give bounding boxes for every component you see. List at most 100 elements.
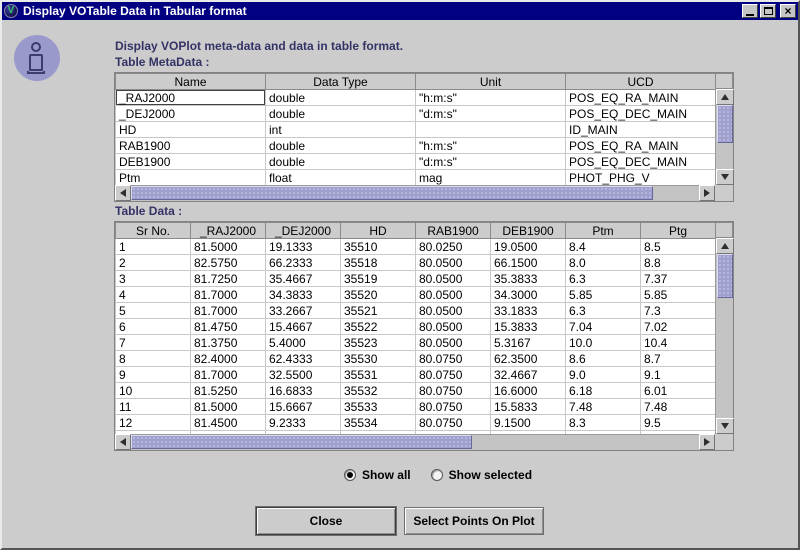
table-cell[interactable]: 35530	[341, 351, 416, 367]
table-row[interactable]: 882.400062.43333553080.075062.35008.68.7	[116, 351, 716, 367]
scroll-down-button[interactable]	[716, 418, 734, 434]
table-cell[interactable]: 35.3833	[491, 271, 566, 287]
table-cell[interactable]: ID_MAIN	[566, 122, 716, 138]
table-cell[interactable]: 19.0500	[491, 239, 566, 255]
table-cell[interactable]: 7.48	[566, 399, 641, 415]
table-cell[interactable]: 32.5500	[266, 367, 341, 383]
table-cell[interactable]: 81.5000	[191, 239, 266, 255]
column-header[interactable]: _RAJ2000	[191, 223, 266, 239]
table-cell[interactable]: 5.85	[641, 287, 716, 303]
table-cell[interactable]: PHOT_PHG_V	[566, 170, 716, 186]
table-row[interactable]: DEB1900double"d:m:s"POS_EQ_DEC_MAIN	[116, 154, 716, 170]
table-row[interactable]: 981.700032.55003553180.075032.46679.09.1	[116, 367, 716, 383]
table-cell[interactable]: 81.7000	[191, 367, 266, 383]
table-cell[interactable]: 81.5250	[191, 383, 266, 399]
table-cell[interactable]: POS_EQ_DEC_MAIN	[566, 154, 716, 170]
vertical-scroll-thumb[interactable]	[717, 254, 733, 298]
table-cell[interactable]: 34.3000	[491, 287, 566, 303]
table-cell[interactable]: Ptm	[116, 170, 266, 186]
table-cell[interactable]: 15.6667	[266, 399, 341, 415]
table-cell[interactable]: POS_EQ_DEC_MAIN	[566, 106, 716, 122]
maximize-button[interactable]	[760, 4, 776, 18]
table-cell[interactable]: 81.7250	[191, 271, 266, 287]
table-cell[interactable]: 15.5833	[491, 399, 566, 415]
scroll-left-button[interactable]	[115, 434, 131, 450]
column-header[interactable]: Ptg	[641, 223, 716, 239]
table-cell[interactable]: 81.3750	[191, 335, 266, 351]
table-cell[interactable]: 32.4667	[491, 367, 566, 383]
table-cell[interactable]: 16.6833	[266, 383, 341, 399]
show-all-label[interactable]: Show all	[362, 468, 411, 482]
close-window-button[interactable]: ×	[780, 4, 796, 18]
table-cell[interactable]: double	[266, 138, 416, 154]
data-vertical-scrollbar[interactable]	[715, 238, 733, 434]
table-cell[interactable]: int	[266, 122, 416, 138]
table-cell[interactable]: 81.7000	[191, 303, 266, 319]
table-cell[interactable]: 35534	[341, 415, 416, 431]
scroll-left-button[interactable]	[115, 185, 131, 201]
table-cell[interactable]: "h:m:s"	[416, 90, 566, 106]
table-cell[interactable]: 35520	[341, 287, 416, 303]
column-header[interactable]: UCD	[566, 74, 716, 90]
column-header[interactable]: Ptm	[566, 223, 641, 239]
table-cell[interactable]: HD	[116, 122, 266, 138]
table-cell[interactable]: 5.4000	[266, 335, 341, 351]
horizontal-scroll-thumb[interactable]	[131, 186, 653, 200]
table-cell[interactable]: 10.0	[566, 335, 641, 351]
table-row[interactable]: 1181.500015.66673553380.075015.58337.487…	[116, 399, 716, 415]
table-cell[interactable]: 82.4000	[191, 351, 266, 367]
show-selected-label[interactable]: Show selected	[449, 468, 532, 482]
table-cell[interactable]: 9	[116, 367, 191, 383]
data-horizontal-scrollbar[interactable]	[115, 434, 715, 450]
table-cell[interactable]: 15.4667	[266, 319, 341, 335]
column-header[interactable]: DEB1900	[491, 223, 566, 239]
table-row[interactable]: 1281.45009.23333553480.07509.15008.39.5	[116, 415, 716, 431]
table-cell[interactable]: 81.5000	[191, 399, 266, 415]
scroll-up-button[interactable]	[716, 89, 734, 105]
table-cell[interactable]: 80.0500	[416, 335, 491, 351]
table-cell[interactable]: 6.01	[641, 383, 716, 399]
table-cell[interactable]: 8.3	[566, 415, 641, 431]
table-cell[interactable]: 3	[116, 271, 191, 287]
scroll-up-button[interactable]	[716, 238, 734, 254]
table-cell[interactable]: 62.4333	[266, 351, 341, 367]
table-cell[interactable]: 9.2333	[266, 415, 341, 431]
close-button[interactable]: Close	[256, 507, 396, 535]
table-cell[interactable]: double	[266, 90, 416, 106]
metadata-horizontal-scrollbar[interactable]	[115, 185, 715, 201]
table-row[interactable]: _RAJ2000double"h:m:s"POS_EQ_RA_MAIN	[116, 90, 716, 106]
table-cell[interactable]: 62.3500	[491, 351, 566, 367]
table-cell[interactable]: 6	[116, 319, 191, 335]
table-cell[interactable]: 7.48	[641, 399, 716, 415]
table-cell[interactable]: 8	[116, 351, 191, 367]
show-selected-radio[interactable]	[431, 469, 443, 481]
table-cell[interactable]: double	[266, 154, 416, 170]
column-header[interactable]: Name	[116, 74, 266, 90]
metadata-vertical-scrollbar[interactable]	[715, 89, 733, 185]
table-cell[interactable]: 8.7	[641, 351, 716, 367]
table-row[interactable]: RAB1900double"h:m:s"POS_EQ_RA_MAIN	[116, 138, 716, 154]
table-row[interactable]: 481.700034.38333552080.050034.30005.855.…	[116, 287, 716, 303]
table-row[interactable]: 681.475015.46673552280.050015.38337.047.…	[116, 319, 716, 335]
table-cell[interactable]: 66.1500	[491, 255, 566, 271]
column-header[interactable]: _DEJ2000	[266, 223, 341, 239]
minimize-button[interactable]	[742, 4, 758, 18]
column-header[interactable]: Data Type	[266, 74, 416, 90]
table-cell[interactable]: 35510	[341, 239, 416, 255]
table-cell[interactable]: RAB1900	[116, 138, 266, 154]
table-cell[interactable]: 7.3	[641, 303, 716, 319]
table-cell[interactable]: 6.3	[566, 271, 641, 287]
table-cell[interactable]: 33.1833	[491, 303, 566, 319]
table-cell[interactable]: 4	[116, 287, 191, 303]
table-cell[interactable]: 35521	[341, 303, 416, 319]
scroll-right-button[interactable]	[699, 185, 715, 201]
column-header[interactable]: HD	[341, 223, 416, 239]
table-row[interactable]: HDint ID_MAIN	[116, 122, 716, 138]
horizontal-scroll-thumb[interactable]	[131, 435, 472, 449]
table-row[interactable]: 282.575066.23333551880.050066.15008.08.8	[116, 255, 716, 271]
table-cell[interactable]: 19.1333	[266, 239, 341, 255]
column-header[interactable]: Sr No.	[116, 223, 191, 239]
table-cell[interactable]: 8.5	[641, 239, 716, 255]
table-cell[interactable]: 6.18	[566, 383, 641, 399]
table-cell[interactable]: 82.5750	[191, 255, 266, 271]
